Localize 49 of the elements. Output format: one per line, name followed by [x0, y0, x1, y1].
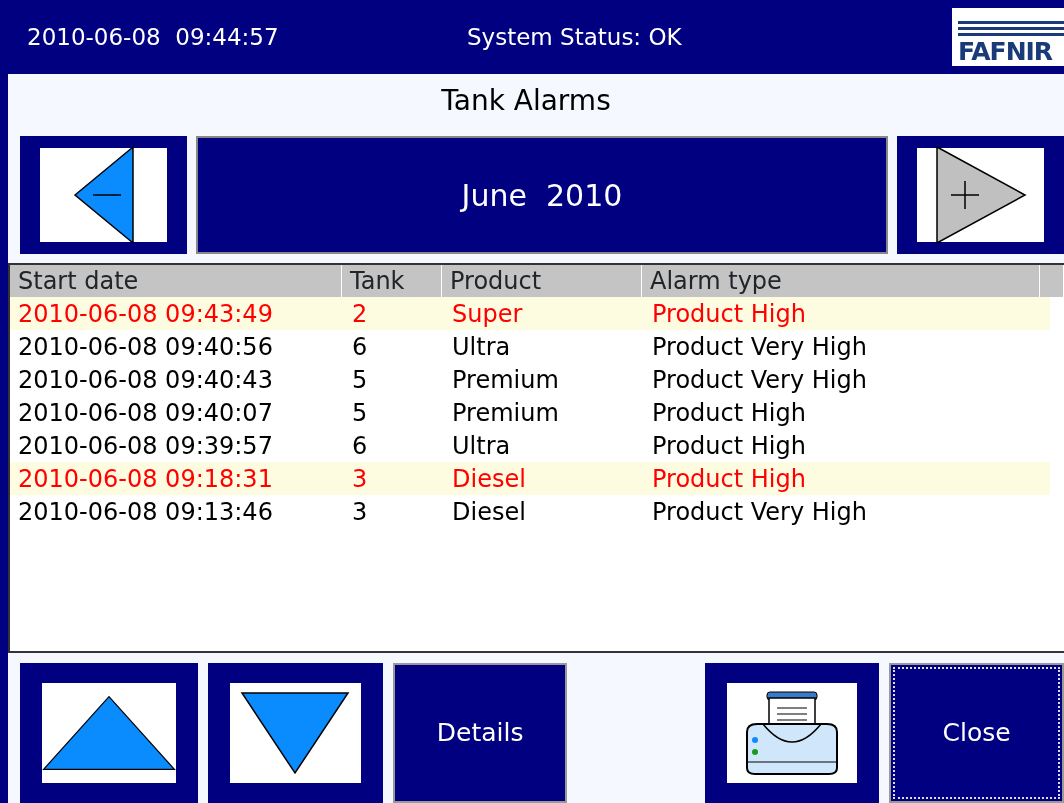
- table-cell: Product High: [652, 431, 806, 460]
- system-status-text: System Status: OK: [467, 23, 682, 50]
- table-row[interactable]: 2010-06-08 09:40:43 5 Premium Product Very High: [10, 363, 1050, 397]
- previous-month-button[interactable]: [20, 136, 187, 255]
- table-cell: 6: [352, 332, 368, 361]
- action-button[interactable]: Close: [889, 663, 1064, 803]
- table-cell: Super: [452, 299, 523, 328]
- table-cell: Product Very High: [652, 365, 867, 394]
- table-cell: 2010-06-08 09:43:49: [18, 299, 273, 328]
- table-cell: Product Very High: [652, 497, 867, 526]
- table-row[interactable]: 2010-06-08 09:43:49 2 Super Product High: [10, 297, 1050, 331]
- table-cell: Diesel: [452, 464, 526, 493]
- date-time-text: 2010-06-08 09:44:57: [27, 22, 280, 52]
- table-cell: 2010-06-08 09:40:43: [18, 365, 273, 394]
- action-button[interactable]: Details: [392, 663, 568, 803]
- table-cell: 3: [352, 464, 368, 493]
- table-row[interactable]: 2010-06-08 09:18:31 3 Diesel Product High: [10, 462, 1050, 496]
- table-cell: Premium: [452, 365, 559, 394]
- table-cell: 5: [352, 398, 368, 427]
- table-cell: Premium: [452, 398, 559, 427]
- table-cell: Product Very High: [652, 332, 867, 361]
- month-display: June 2010: [196, 136, 888, 255]
- table-cell: Product High: [652, 299, 806, 328]
- print-button[interactable]: [704, 663, 880, 803]
- minus-arrow-icon: [72, 145, 135, 246]
- table-cell: 2010-06-08 09:18:31: [18, 464, 273, 493]
- table-cell: 2: [352, 299, 368, 328]
- table-cell: Ultra: [452, 332, 511, 361]
- table-cell: 5: [352, 365, 368, 394]
- scroll-up-button[interactable]: [20, 663, 198, 803]
- table-cell: 2010-06-08 09:40:56: [18, 332, 273, 361]
- table-cell: 2010-06-08 09:39:57: [18, 431, 273, 460]
- screen-title: Tank Alarms: [441, 83, 611, 120]
- table-row[interactable]: 2010-06-08 09:40:56 6 Ultra Product Very High: [10, 330, 1050, 364]
- table-cell: 3: [352, 497, 368, 526]
- table-cell: Ultra: [452, 431, 511, 460]
- table-row[interactable]: 2010-06-08 09:39:57 6 Ultra Product High: [10, 429, 1050, 463]
- table-row[interactable]: 2010-06-08 09:13:46 3 Diesel Product Very High: [10, 495, 1050, 529]
- scroll-down-button[interactable]: [208, 663, 383, 803]
- table-cell: 2010-06-08 09:40:07: [18, 398, 273, 427]
- table-cell: Product High: [652, 464, 806, 493]
- table-cell: Product High: [652, 398, 806, 427]
- table-cell: 2010-06-08 09:13:46: [18, 497, 273, 526]
- company-logo: FAFNIR: [952, 8, 1064, 66]
- table-cell: 6: [352, 431, 368, 460]
- table-cell: Diesel: [452, 497, 526, 526]
- down-triangle-icon: [240, 691, 351, 775]
- table-row[interactable]: 2010-06-08 09:40:07 5 Premium Product High: [10, 396, 1050, 430]
- plus-arrow-icon: [934, 145, 1027, 246]
